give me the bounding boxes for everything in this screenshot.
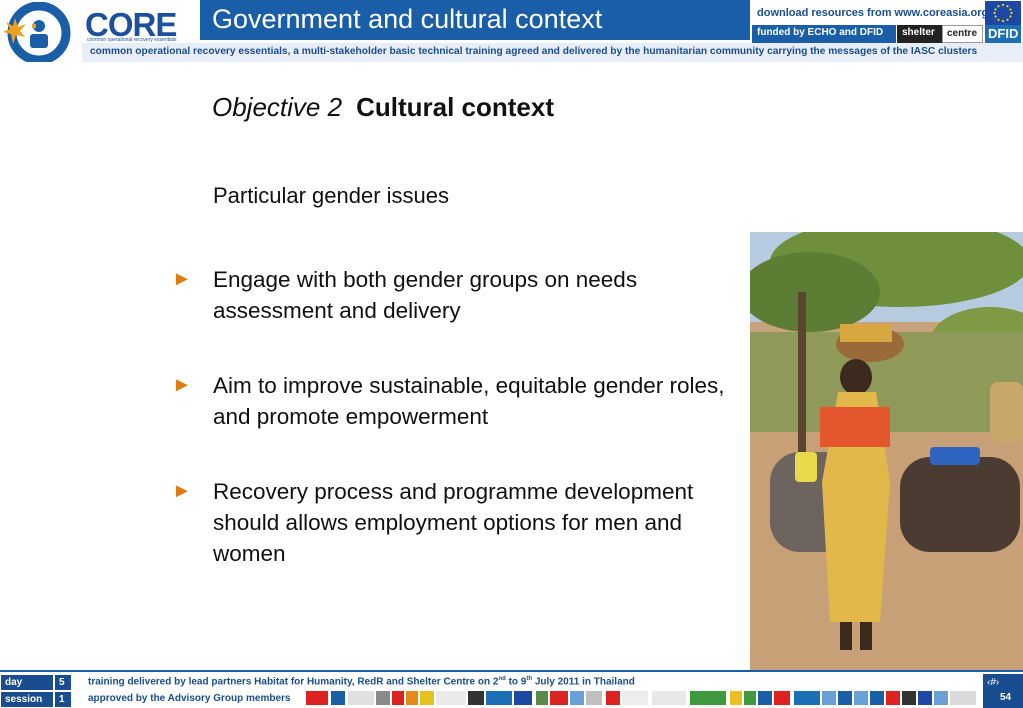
training-prefix: training delivered by lead partners Habi… bbox=[88, 676, 499, 688]
shelter-label: shelter bbox=[902, 27, 935, 38]
day-value: 5 bbox=[59, 677, 65, 688]
header-subtitle: common operational recovery essentials, … bbox=[90, 46, 978, 57]
bullet-arrow-icon: ► bbox=[172, 480, 192, 502]
page-number: 54 bbox=[1000, 692, 1012, 703]
session-value-cell: 1 bbox=[54, 691, 72, 708]
footer-divider bbox=[0, 670, 1023, 672]
session-label: session bbox=[5, 694, 43, 705]
dfid-logo: DFID bbox=[985, 25, 1021, 43]
intro-text: Particular gender issues bbox=[213, 183, 450, 208]
bullet-item: ► Aim to improve sustainable, equitable … bbox=[172, 370, 752, 432]
funded-by-banner: funded by ECHO and DFID bbox=[752, 25, 896, 43]
eu-flag-icon bbox=[985, 1, 1021, 25]
bullet-list: ► Engage with both gender groups on need… bbox=[172, 264, 752, 613]
funded-text: funded by ECHO and DFID bbox=[757, 27, 884, 38]
bullet-arrow-icon: ► bbox=[172, 374, 192, 396]
download-resources-link[interactable]: download resources from www.coreasia.org bbox=[757, 7, 988, 19]
section-title: Cultural context bbox=[356, 92, 554, 122]
day-label: day bbox=[5, 677, 23, 688]
training-text: training delivered by lead partners Habi… bbox=[88, 676, 635, 687]
title-bar: Government and cultural context bbox=[200, 0, 750, 40]
session-label-cell: session bbox=[0, 691, 54, 708]
approved-text: approved by the Advisory Group members bbox=[88, 693, 291, 704]
dfid-label: DFID bbox=[988, 26, 1019, 41]
page-number-box: ‹#› 54 bbox=[983, 674, 1023, 708]
session-value: 1 bbox=[59, 694, 65, 705]
shelter-centre-logo: shelter bbox=[897, 25, 942, 43]
bullet-text: Recovery process and programme developme… bbox=[213, 479, 694, 566]
slide-number-icon: ‹#› bbox=[987, 677, 1000, 688]
bullet-text: Aim to improve sustainable, equitable ge… bbox=[213, 373, 725, 429]
day-value-cell: 5 bbox=[54, 674, 72, 691]
training-mid: to 9 bbox=[505, 676, 527, 688]
core-brand-logo: CORE common operational recovery essenti… bbox=[85, 6, 195, 44]
bullet-item: ► Engage with both gender groups on need… bbox=[172, 264, 752, 326]
training-suffix: July 2011 in Thailand bbox=[532, 676, 635, 688]
centre-label: centre bbox=[947, 28, 978, 39]
subtitle-bar: common operational recovery essentials, … bbox=[82, 43, 1023, 62]
bullet-text: Engage with both gender groups on needs … bbox=[213, 267, 638, 323]
bullet-item: ► Recovery process and programme develop… bbox=[172, 476, 752, 569]
page-title: Government and cultural context bbox=[212, 4, 603, 34]
centre-logo-box: centre bbox=[942, 25, 983, 43]
bullet-arrow-icon: ► bbox=[172, 268, 192, 290]
slide-heading: Objective 2 Cultural context bbox=[212, 92, 554, 123]
day-label-cell: day bbox=[0, 674, 54, 691]
training-sup-nd: nd bbox=[498, 676, 506, 682]
core-circle-logo bbox=[2, 1, 80, 65]
objective-label: Objective 2 bbox=[212, 92, 343, 122]
woman-with-donkeys-photo bbox=[750, 232, 1023, 670]
partner-logos-strip bbox=[306, 690, 981, 706]
